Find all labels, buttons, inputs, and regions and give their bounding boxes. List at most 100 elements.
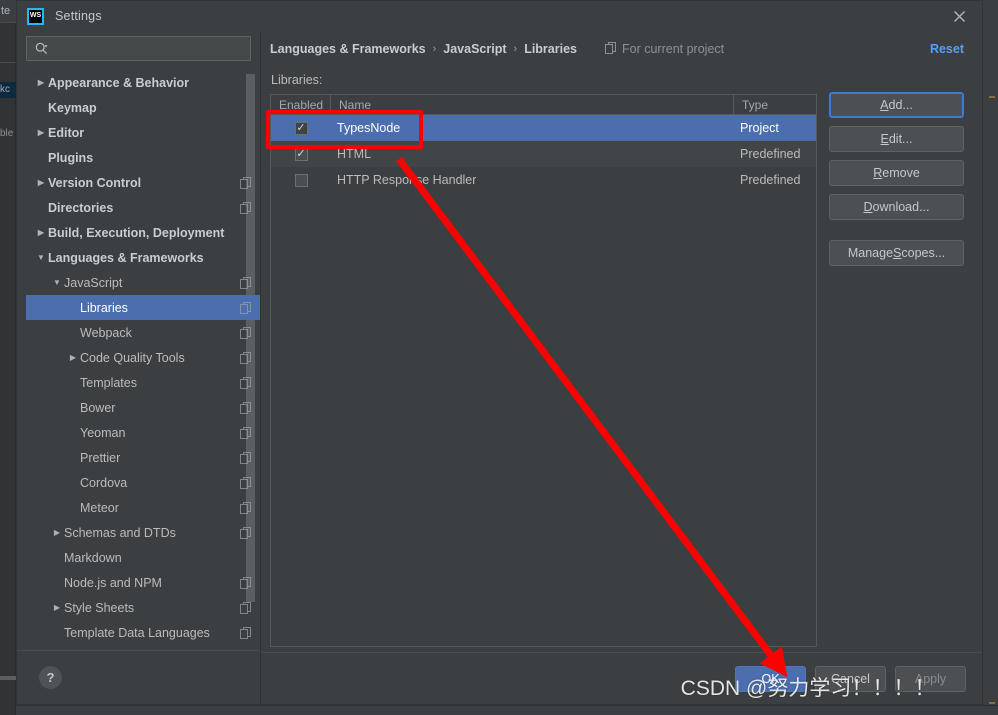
- chevron-right-icon[interactable]: ▶: [34, 128, 48, 137]
- sidebar-item-code-quality-tools[interactable]: ▶Code Quality Tools: [26, 345, 260, 370]
- sidebar-item-build-execution-deployment[interactable]: ▶Build, Execution, Deployment: [26, 220, 260, 245]
- libraries-pane: Libraries: Enabled Name Type ✓ TypesNode P…: [261, 67, 982, 652]
- checkbox-checked[interactable]: ✓: [295, 122, 308, 135]
- sidebar-item-libraries[interactable]: ▶Libraries: [26, 295, 260, 320]
- sidebar-item-prettier[interactable]: ▶Prettier: [26, 445, 260, 470]
- sidebar-item-label: Templates: [80, 376, 240, 390]
- close-icon[interactable]: [936, 1, 982, 31]
- breadcrumb: Languages & Frameworks › JavaScript › Li…: [261, 31, 982, 67]
- sidebar-item-plugins[interactable]: ▶Plugins: [26, 145, 260, 170]
- chevron-down-icon[interactable]: ▼: [50, 278, 64, 287]
- sidebar-item-label: Style Sheets: [64, 601, 240, 615]
- background-marker: [989, 702, 995, 704]
- sidebar-item-keymap[interactable]: ▶Keymap: [26, 95, 260, 120]
- background-scrollbar[interactable]: [0, 676, 16, 680]
- ok-button[interactable]: OK: [735, 666, 806, 692]
- remove-button[interactable]: Remove: [829, 160, 964, 186]
- sidebar-item-template-data-languages[interactable]: ▶Template Data Languages: [26, 620, 260, 645]
- column-header-name[interactable]: Name: [331, 95, 734, 114]
- chevron-right-icon[interactable]: ▶: [50, 528, 64, 537]
- libraries-table[interactable]: Enabled Name Type ✓TypesNodeProject✓HTML…: [270, 94, 817, 647]
- sidebar-item-label: Template Data Languages: [64, 626, 240, 640]
- sidebar-item-node-js-and-npm[interactable]: ▶Node.js and NPM: [26, 570, 260, 595]
- sidebar-footer: ?: [17, 650, 260, 704]
- chevron-right-icon[interactable]: ▶: [34, 178, 48, 187]
- apply-button[interactable]: Apply: [895, 666, 966, 692]
- table-row[interactable]: ✓TypesNodeProject: [271, 115, 816, 141]
- sidebar-item-label: Libraries: [80, 301, 240, 315]
- column-header-enabled[interactable]: Enabled: [271, 95, 331, 114]
- sidebar-item-cordova[interactable]: ▶Cordova: [26, 470, 260, 495]
- sidebar-item-webpack[interactable]: ▶Webpack: [26, 320, 260, 345]
- scope-indicator: For current project: [605, 42, 724, 57]
- chevron-down-icon[interactable]: ▼: [34, 253, 48, 262]
- background-marker: [989, 96, 995, 98]
- breadcrumb-item-0[interactable]: Languages & Frameworks: [270, 42, 426, 56]
- column-header-type[interactable]: Type: [734, 95, 816, 114]
- sidebar-item-meteor[interactable]: ▶Meteor: [26, 495, 260, 520]
- webstorm-logo-icon: WS: [27, 8, 44, 25]
- sidebar-item-schemas-and-dtds[interactable]: ▶Schemas and DTDs: [26, 520, 260, 545]
- libraries-label: Libraries:: [270, 67, 817, 94]
- chevron-right-icon[interactable]: ▶: [34, 228, 48, 237]
- settings-sidebar: ▶Appearance & Behavior▶Keymap▶Editor▶Plu…: [17, 31, 260, 704]
- sidebar-item-label: Build, Execution, Deployment: [48, 226, 252, 240]
- breadcrumb-item-1[interactable]: JavaScript: [443, 42, 506, 56]
- sidebar-item-style-sheets[interactable]: ▶Style Sheets: [26, 595, 260, 620]
- sidebar-item-yeoman[interactable]: ▶Yeoman: [26, 420, 260, 445]
- screen: te kc ble WS Settings: [0, 0, 998, 715]
- enabled-cell: ✓: [271, 148, 331, 161]
- search-icon: [35, 42, 48, 55]
- settings-tree[interactable]: ▶Appearance & Behavior▶Keymap▶Editor▶Plu…: [26, 69, 260, 650]
- search-input[interactable]: [48, 42, 244, 56]
- background-divider: [0, 62, 16, 63]
- checkbox-unchecked[interactable]: [295, 174, 308, 187]
- sidebar-item-label: Webpack: [80, 326, 240, 340]
- checkbox-checked[interactable]: ✓: [295, 148, 308, 161]
- reset-link[interactable]: Reset: [930, 42, 964, 56]
- cancel-button[interactable]: Cancel: [815, 666, 886, 692]
- search-box[interactable]: [26, 36, 251, 61]
- library-type-cell: Predefined: [734, 173, 816, 187]
- library-name-cell: HTML: [331, 147, 734, 161]
- sidebar-item-appearance-behavior[interactable]: ▶Appearance & Behavior: [26, 70, 260, 95]
- sidebar-item-languages-frameworks[interactable]: ▼Languages & Frameworks: [26, 245, 260, 270]
- project-scope-icon: [240, 477, 252, 489]
- sidebar-item-label: Meteor: [80, 501, 240, 515]
- sidebar-item-typescript[interactable]: ▶TypeScript: [26, 645, 260, 650]
- table-header: Enabled Name Type: [271, 95, 816, 115]
- background-left-strip: [0, 0, 16, 715]
- background-editor-tab: te: [0, 0, 16, 22]
- sidebar-item-bower[interactable]: ▶Bower: [26, 395, 260, 420]
- help-button[interactable]: ?: [39, 666, 62, 689]
- sidebar-item-directories[interactable]: ▶Directories: [26, 195, 260, 220]
- sidebar-item-javascript[interactable]: ▼JavaScript: [26, 270, 260, 295]
- breadcrumb-item-2: Libraries: [524, 42, 577, 56]
- chevron-right-icon[interactable]: ▶: [66, 353, 80, 362]
- chevron-right-icon[interactable]: ▶: [50, 603, 64, 612]
- project-scope-icon: [240, 577, 252, 589]
- sidebar-item-label: Directories: [48, 201, 240, 215]
- table-row[interactable]: ✓HTMLPredefined: [271, 141, 816, 167]
- add-button[interactable]: Add...: [829, 92, 964, 118]
- sidebar-item-markdown[interactable]: ▶Markdown: [26, 545, 260, 570]
- sidebar-item-label: Version Control: [48, 176, 240, 190]
- settings-content: Languages & Frameworks › JavaScript › Li…: [261, 31, 982, 704]
- chevron-right-icon[interactable]: ▶: [34, 78, 48, 87]
- sidebar-item-version-control[interactable]: ▶Version Control: [26, 170, 260, 195]
- download-button[interactable]: Download...: [829, 194, 964, 220]
- sidebar-item-label: Schemas and DTDs: [64, 526, 240, 540]
- edit-button[interactable]: Edit...: [829, 126, 964, 152]
- library-name-cell: TypesNode: [331, 121, 734, 135]
- table-row[interactable]: HTTP Response HandlerPredefined: [271, 167, 816, 193]
- enabled-cell: [271, 174, 331, 187]
- table-body: ✓TypesNodeProject✓HTMLPredefinedHTTP Res…: [271, 115, 816, 193]
- sidebar-item-editor[interactable]: ▶Editor: [26, 120, 260, 145]
- search-container: [17, 31, 260, 69]
- project-scope-icon: [240, 277, 252, 289]
- manage-scopes-button[interactable]: Manage Scopes...: [829, 240, 964, 266]
- breadcrumb-separator: ›: [433, 43, 437, 55]
- project-scope-icon: [240, 377, 252, 389]
- project-scope-icon: [240, 427, 252, 439]
- sidebar-item-templates[interactable]: ▶Templates: [26, 370, 260, 395]
